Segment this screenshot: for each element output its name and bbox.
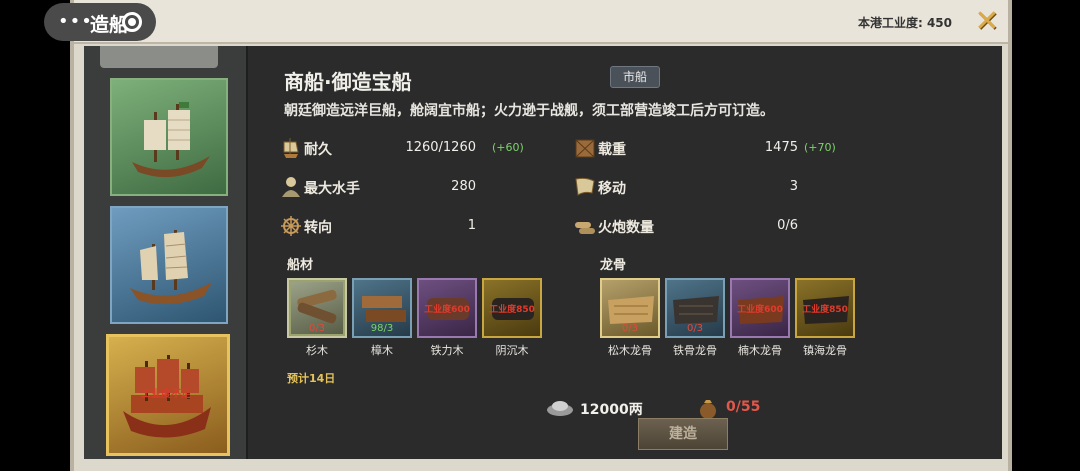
material-slot[interactable]: 0/3 松木龙骨: [600, 278, 660, 358]
locked-badge: 工业度不足: [141, 389, 191, 400]
more-icon[interactable]: •••: [58, 11, 93, 32]
ship-description: 朝廷御造远洋巨船，舱阔宜市船；火力逊于战舰，须工部营造竣工后方可订造。: [284, 103, 774, 119]
material-slot[interactable]: 0/3 杉木: [287, 278, 347, 358]
ship-list-scroll-top: [100, 46, 218, 68]
top-bar: ••• 造船 本港工业度: 450 ✕: [44, 0, 1008, 44]
crate-icon: [575, 139, 595, 158]
build-button[interactable]: 建造: [638, 418, 728, 450]
bag-icon: [700, 400, 716, 419]
stat-durability: 耐久 1260/1260 (+60): [280, 136, 530, 162]
material-slot[interactable]: 98/3 樟木: [352, 278, 412, 358]
material-slot[interactable]: 工业度850 镇海龙骨: [795, 278, 855, 358]
wood-section-label: 船材: [287, 258, 314, 273]
cannon-icon: [575, 222, 595, 234]
close-button[interactable]: ✕: [970, 5, 1004, 39]
keel-section-label: 龙骨: [600, 258, 627, 273]
helm-icon: [281, 216, 301, 236]
game-frame: ••• 造船 本港工业度: 450 ✕ 工业度不足 商船·御造宝船 市船 朝廷御…: [44, 0, 1012, 471]
ship-icon: [130, 230, 212, 305]
ship-card-2[interactable]: [110, 206, 228, 324]
ship-list[interactable]: 工业度不足: [84, 46, 248, 459]
material-slot[interactable]: 工业度850 阴沉木: [482, 278, 542, 358]
stat-move: 移动 3: [574, 175, 834, 201]
ship-type-badge: 市船: [610, 66, 660, 88]
sail-icon: [283, 138, 299, 158]
material-slot[interactable]: 工业度600 楠木龙骨: [730, 278, 790, 358]
material-slot[interactable]: 0/3 铁骨龙骨: [665, 278, 725, 358]
ship-card-3-selected[interactable]: 工业度不足: [106, 334, 230, 456]
stat-cargo: 载重 1475 (+70): [574, 136, 836, 162]
shipyard-panel: 工业度不足 商船·御造宝船 市船 朝廷御造远洋巨船，舱阔宜市船；火力逊于战舰，须…: [84, 46, 1002, 459]
ship-card-1[interactable]: [110, 78, 228, 196]
stat-crew: 最大水手 280: [280, 175, 530, 201]
target-icon[interactable]: [122, 12, 142, 32]
industry-level: 本港工业度: 450: [857, 16, 952, 30]
material-slot[interactable]: 工业度600 铁力木: [417, 278, 477, 358]
build-time-estimate: 预计14日: [287, 372, 336, 385]
stat-cannons: 火炮数量 0/6: [574, 214, 834, 240]
ship-detail: 商船·御造宝船 市船 朝廷御造远洋巨船，舱阔宜市船；火力逊于战舰，须工部营造竣工…: [256, 54, 994, 459]
sail-move-icon: [575, 177, 595, 196]
ship-icon: [132, 102, 210, 178]
ship-name: 商船·御造宝船: [284, 70, 412, 94]
sailor-icon: [282, 177, 300, 197]
title-pill[interactable]: ••• 造船: [44, 3, 156, 41]
stat-turn: 转向 1: [280, 214, 530, 240]
silver-ingot-icon: [547, 401, 573, 416]
